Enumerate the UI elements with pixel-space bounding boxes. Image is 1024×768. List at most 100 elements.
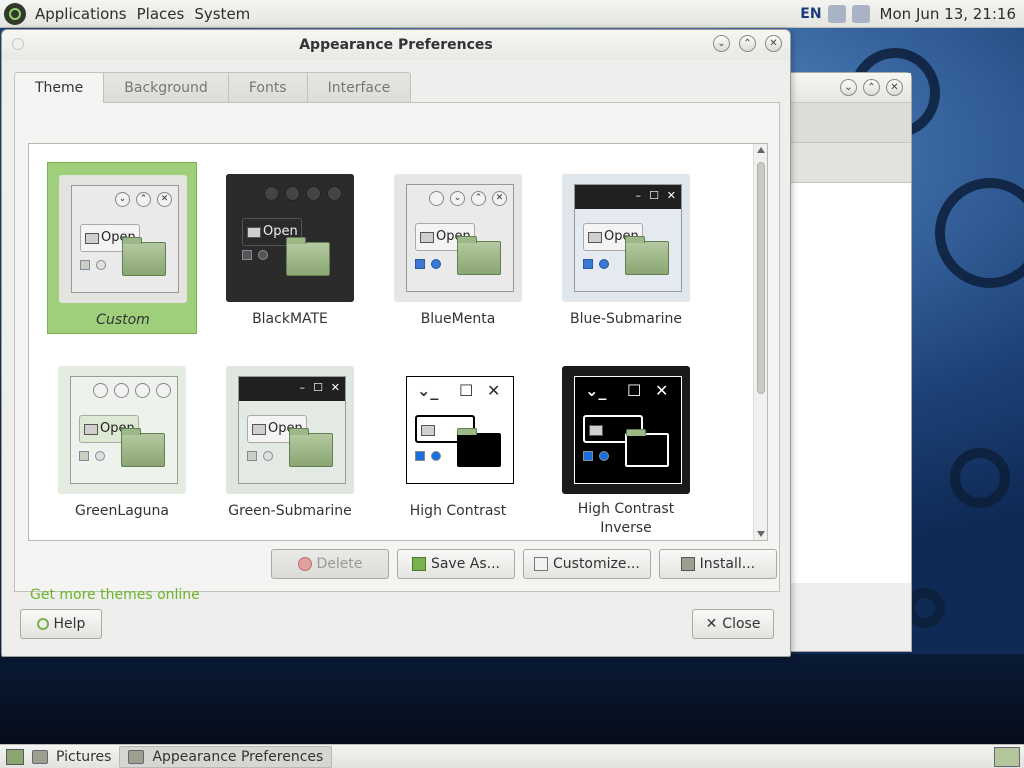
close-icon[interactable]: ✕: [765, 35, 782, 52]
preview-window: ⌄ ⌃ ✕ Open: [71, 185, 179, 293]
preview-close-icon: ✕: [330, 381, 340, 394]
menu-system[interactable]: System: [189, 0, 255, 27]
background-window-titlebar[interactable]: ⌄ ⌃ ✕: [781, 73, 911, 103]
preview-window: ⌄_ ☐ ✕: [406, 376, 514, 484]
background-window[interactable]: ⌄ ⌃ ✕: [780, 72, 912, 652]
preview-close-icon: ✕: [492, 191, 507, 206]
preview-button-icon: [327, 186, 342, 201]
preview-close-icon: ✕: [157, 192, 172, 207]
theme-preview: Open: [58, 366, 186, 494]
theme-list[interactable]: ⌄ ⌃ ✕ Open Custom Open BlackMATE ⌄ ⌃ ✕ O…: [28, 143, 768, 541]
tab-theme[interactable]: Theme: [14, 72, 105, 103]
theme-item-blue-submarine[interactable]: – ☐ ✕ Open Blue-Submarine: [551, 162, 701, 334]
preview-radio: [96, 260, 106, 270]
workspace-switcher[interactable]: [994, 746, 1020, 767]
theme-preview: ⌄ ⌃ ✕ Open: [59, 175, 187, 303]
preview-maximize-icon: ☐: [627, 381, 642, 400]
preview-minimize-icon: –: [299, 381, 306, 394]
save-icon: [411, 557, 426, 571]
minimize-icon[interactable]: ⌄: [840, 79, 857, 96]
scroll-up-icon[interactable]: [757, 147, 765, 153]
theme-list-scrollbar[interactable]: [753, 144, 767, 540]
show-desktop-icon[interactable]: [6, 748, 24, 765]
network-icon[interactable]: [851, 4, 870, 23]
theme-preview: – ☐ ✕ Open: [562, 174, 690, 302]
top-panel: Applications Places System EN Mon Jun 13…: [0, 0, 1024, 28]
preview-maximize-icon: ☐: [313, 381, 323, 394]
install-button-label: Install...: [699, 556, 756, 572]
clock[interactable]: Mon Jun 13, 21:16: [876, 5, 1020, 23]
close-button[interactable]: ✕ Close: [692, 609, 774, 639]
help-button[interactable]: Help: [20, 609, 102, 639]
preview-titlebar: – ☐ ✕: [239, 377, 345, 401]
taskbar-item-appearance-preferences[interactable]: Appearance Preferences: [119, 745, 333, 768]
dialog-titlebar[interactable]: Appearance Preferences ⌄ ⌃ ✕: [2, 30, 790, 60]
tab-fonts[interactable]: Fonts: [228, 72, 308, 102]
scrollbar-thumb[interactable]: [757, 162, 765, 394]
theme-item-high-contrast-inverse[interactable]: ⌄_ ☐ ✕ High Contrast Inverse: [551, 354, 701, 536]
theme-item-blackmate[interactable]: Open BlackMATE: [215, 162, 365, 334]
close-button-label: Close: [722, 616, 761, 632]
folder-icon: [289, 428, 333, 467]
theme-name: Custom: [96, 312, 150, 328]
tab-bar: Theme Background Fonts Interface: [14, 72, 780, 103]
preview-maximize-icon: ☐: [649, 189, 659, 202]
theme-name: High Contrast: [409, 503, 507, 519]
tab-interface[interactable]: Interface: [307, 72, 412, 102]
preview-button-icon: [429, 191, 444, 206]
preview-minimize-icon: ⌄: [115, 192, 130, 207]
theme-item-greenlaguna[interactable]: Open GreenLaguna: [47, 354, 197, 526]
maximize-icon[interactable]: ⌃: [863, 79, 880, 96]
appearance-icon: [128, 749, 145, 764]
bottom-panel: Pictures Appearance Preferences: [0, 744, 1024, 768]
dialog-title: Appearance Preferences: [299, 37, 493, 53]
mate-logo-icon[interactable]: [4, 2, 26, 25]
folder-icon: [625, 429, 669, 467]
theme-name: High Contrast Inverse: [577, 501, 675, 536]
preview-minimize-icon: ⌄: [450, 191, 465, 206]
preview-maximize-icon: ⌃: [136, 192, 151, 207]
theme-item-green-submarine[interactable]: – ☐ ✕ Open Green-Submarine: [215, 354, 365, 526]
menu-places[interactable]: Places: [132, 0, 190, 27]
delete-button-label: Delete: [316, 556, 363, 572]
preview-checkbox: [79, 451, 89, 461]
taskbar-item-pictures[interactable]: Pictures: [24, 746, 119, 768]
folder-icon: [121, 428, 165, 467]
menu-applications[interactable]: Applications: [30, 0, 132, 27]
preview-button-icon: [285, 186, 300, 201]
tab-background[interactable]: Background: [104, 72, 229, 102]
preview-window-buttons: ⌄ ⌃ ✕: [115, 192, 172, 207]
maximize-icon[interactable]: ⌃: [739, 35, 756, 52]
preview-maximize-icon: ☐: [459, 381, 474, 400]
save-as-button[interactable]: Save As...: [397, 549, 515, 579]
theme-item-high-contrast[interactable]: ⌄_ ☐ ✕ High Contrast: [383, 354, 533, 526]
preview-maximize-icon: ⌃: [471, 191, 486, 206]
preview-window: ⌄_ ☐ ✕: [574, 376, 682, 484]
get-more-themes-link[interactable]: Get more themes online: [30, 587, 200, 603]
theme-page: ⌄ ⌃ ✕ Open Custom Open BlackMATE ⌄ ⌃ ✕ O…: [14, 102, 780, 603]
install-button[interactable]: Install...: [658, 549, 777, 579]
delete-button[interactable]: Delete: [271, 549, 389, 579]
keyboard-layout-indicator[interactable]: EN: [800, 6, 821, 22]
folder-icon: [286, 237, 330, 276]
theme-item-custom[interactable]: ⌄ ⌃ ✕ Open Custom: [47, 162, 197, 334]
background-window-content: [781, 183, 911, 583]
theme-name: BlackMATE: [252, 311, 328, 327]
minimize-icon[interactable]: ⌄: [713, 35, 730, 52]
scroll-down-icon[interactable]: [757, 531, 765, 537]
theme-preview: – ☐ ✕ Open: [226, 366, 354, 494]
preview-minimize-icon: –: [635, 189, 642, 202]
volume-icon[interactable]: [827, 4, 846, 23]
window-menu-icon[interactable]: [12, 38, 24, 50]
preview-button-icon: [114, 383, 129, 398]
preview-radio: [431, 451, 441, 461]
help-icon: [36, 618, 49, 630]
close-icon[interactable]: ✕: [886, 79, 903, 96]
preview-checkbox: [415, 259, 425, 269]
preview-radio: [599, 451, 609, 461]
preview-window: – ☐ ✕ Open: [574, 184, 682, 292]
theme-item-bluementa[interactable]: ⌄ ⌃ ✕ Open BlueMenta: [383, 162, 533, 334]
customize-button[interactable]: Customize...: [523, 549, 651, 579]
theme-preview: Open: [226, 174, 354, 302]
theme-name: Green-Submarine: [228, 503, 352, 519]
